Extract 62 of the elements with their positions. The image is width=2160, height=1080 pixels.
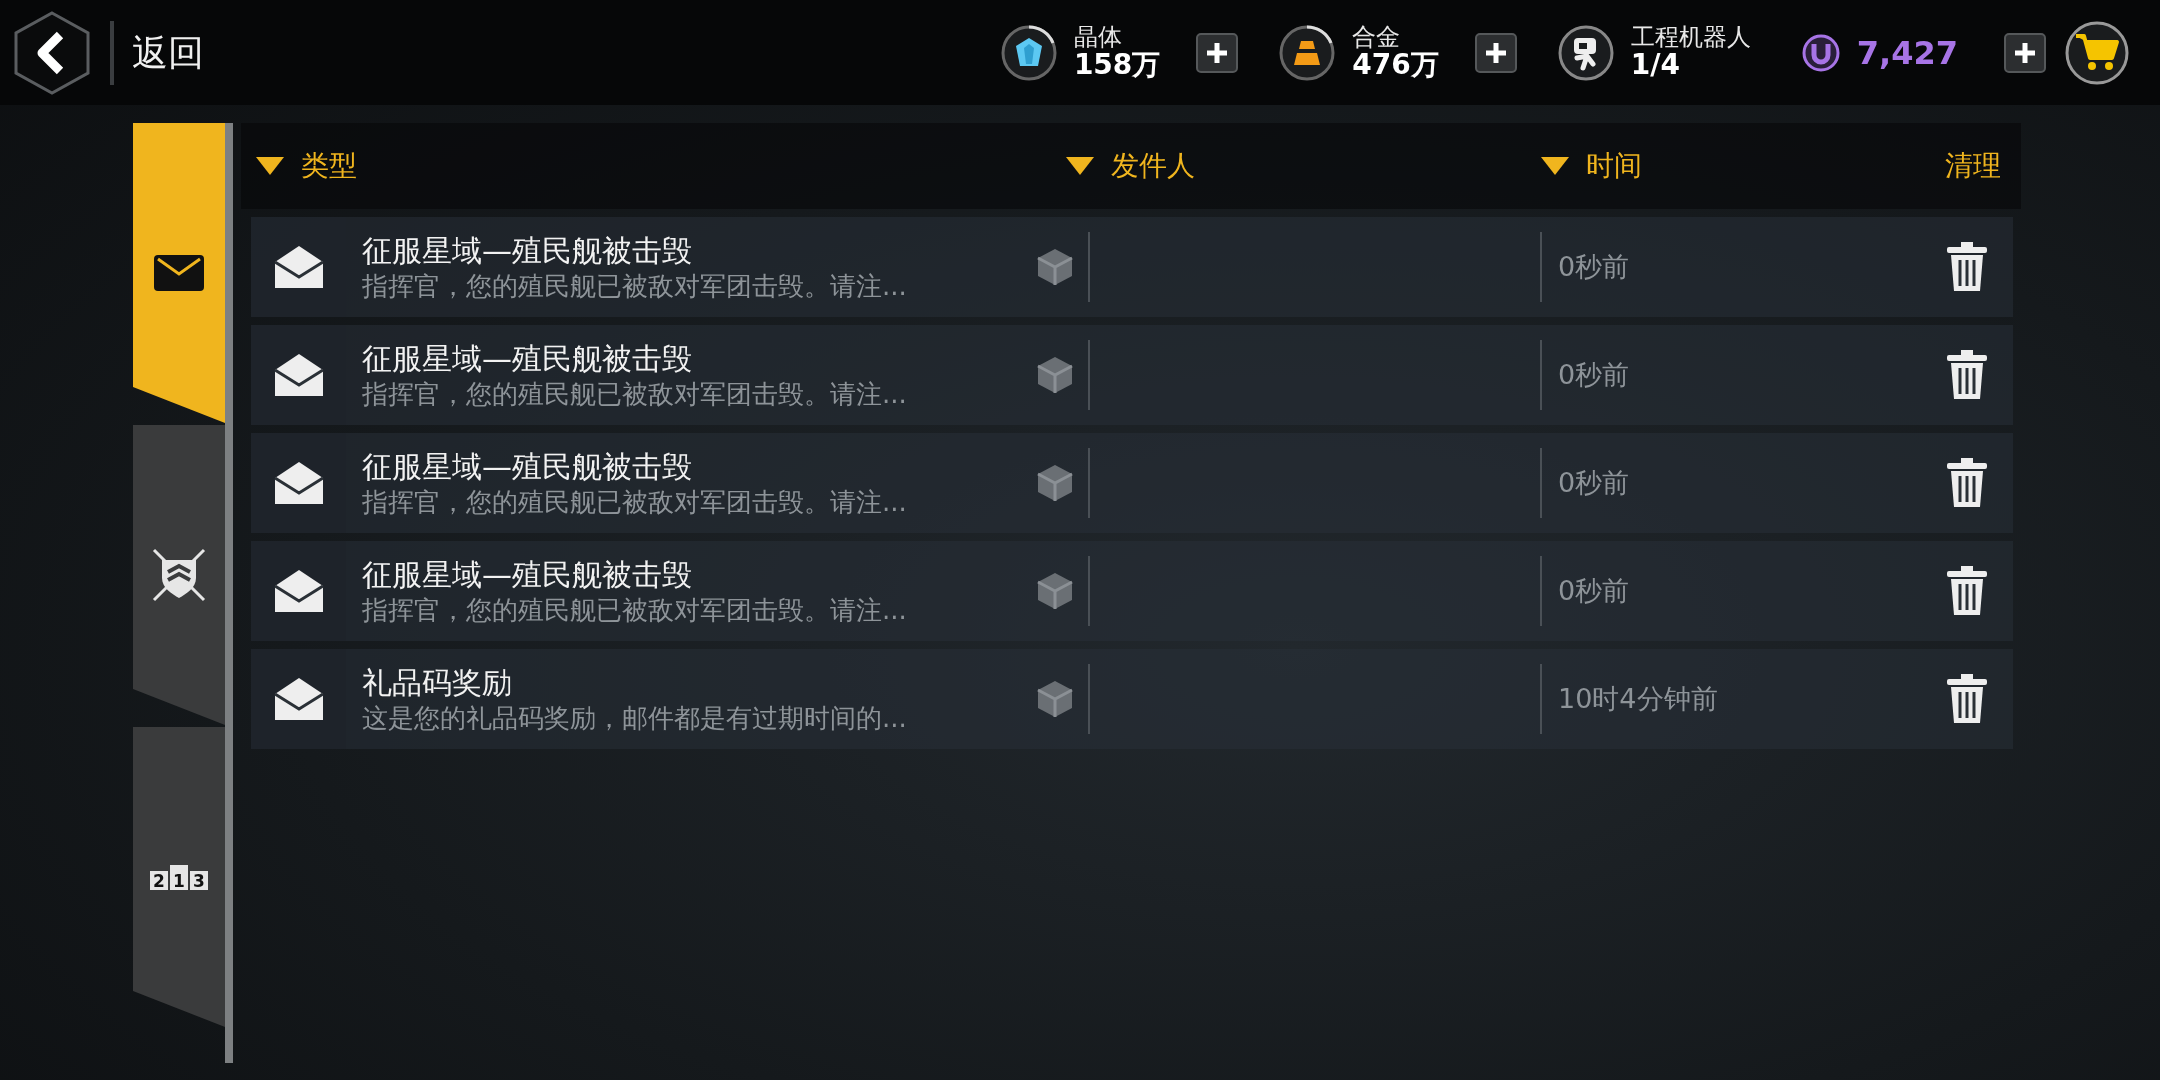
- add-button[interactable]: [2004, 32, 2046, 73]
- resource-label: 工程机器人: [1630, 23, 1751, 51]
- trash-icon: [1945, 241, 1989, 293]
- mail-title: 征服星域—殖民舰被击毁: [362, 232, 693, 270]
- trash-icon: [1945, 349, 1989, 401]
- column-header[interactable]: 清理: [1945, 145, 2001, 187]
- resource-amount: 158万: [1073, 50, 1161, 82]
- resource-amount: 1/4: [1630, 50, 1681, 82]
- cube-icon: [1036, 247, 1074, 287]
- mail-title: 征服星域—殖民舰被击毁: [362, 556, 693, 594]
- column-header[interactable]: 类型: [301, 145, 357, 187]
- category-tab[interactable]: [133, 123, 225, 423]
- mail-preview: 这是您的礼品码奖励，邮件都是有过期时间的...: [362, 701, 908, 734]
- mail-title: 礼品码奖励: [362, 664, 513, 702]
- mail-title: 征服星域—殖民舰被击毁: [362, 448, 693, 486]
- cube-icon: [1036, 355, 1074, 395]
- delete-button[interactable]: [1945, 673, 1989, 725]
- sort-arrow-icon[interactable]: [255, 156, 285, 176]
- delete-button[interactable]: [1945, 565, 1989, 617]
- add-button[interactable]: [1474, 32, 1517, 73]
- trash-icon: [1945, 565, 1989, 617]
- resource-label: 合金: [1352, 23, 1402, 51]
- back-label[interactable]: 返回: [132, 25, 204, 80]
- mail-preview: 指挥官，您的殖民舰已被敌对军团击毁。请注...: [362, 485, 908, 518]
- delete-button[interactable]: [1945, 457, 1989, 509]
- back-arrow-icon: [14, 10, 90, 95]
- mail-time: 0秒前: [1558, 573, 1631, 608]
- mail-time: 0秒前: [1558, 465, 1631, 500]
- mail-time: 0秒前: [1558, 249, 1631, 284]
- column-header[interactable]: 发件人: [1111, 145, 1195, 187]
- plus-icon: [1483, 40, 1508, 65]
- crystal-icon: [999, 23, 1058, 82]
- sort-arrow-icon[interactable]: [1065, 156, 1095, 176]
- delete-button[interactable]: [1945, 349, 1989, 401]
- trash-icon: [1945, 673, 1989, 725]
- robot-icon: [1556, 23, 1615, 82]
- envelope-icon: [153, 254, 205, 292]
- mail-time: 10时4分钟前: [1558, 681, 1719, 716]
- premium-currency-icon: [1800, 32, 1841, 73]
- mail-title: 征服星域—殖民舰被击毁: [362, 340, 693, 378]
- mail-time: 0秒前: [1558, 357, 1631, 392]
- mail-preview: 指挥官，您的殖民舰已被敌对军团击毁。请注...: [362, 269, 908, 302]
- mail-preview: 指挥官，您的殖民舰已被敌对军团击毁。请注...: [362, 593, 908, 626]
- category-tab[interactable]: [133, 425, 225, 725]
- back-button[interactable]: [14, 10, 90, 95]
- cube-icon: [1036, 571, 1074, 611]
- column-header[interactable]: 时间: [1586, 145, 1642, 187]
- cube-icon: [1036, 463, 1074, 503]
- sort-arrow-icon[interactable]: [1540, 156, 1570, 176]
- resource-amount: 476万: [1352, 50, 1439, 82]
- delete-button[interactable]: [1945, 241, 1989, 293]
- currency-amount: 7,427: [1856, 32, 1958, 74]
- plus-icon: [1205, 40, 1230, 65]
- category-tab[interactable]: 2 1 3: [133, 727, 225, 1027]
- trash-icon: [1945, 457, 1989, 509]
- cube-icon: [1036, 679, 1074, 719]
- plus-icon: [2013, 40, 2037, 65]
- ingot-icon: [1278, 23, 1337, 82]
- add-button[interactable]: [1196, 32, 1239, 73]
- mail-preview: 指挥官，您的殖民舰已被敌对军团击毁。请注...: [362, 377, 908, 410]
- resource-label: 晶体: [1073, 23, 1123, 51]
- cart-button[interactable]: [2064, 19, 2130, 86]
